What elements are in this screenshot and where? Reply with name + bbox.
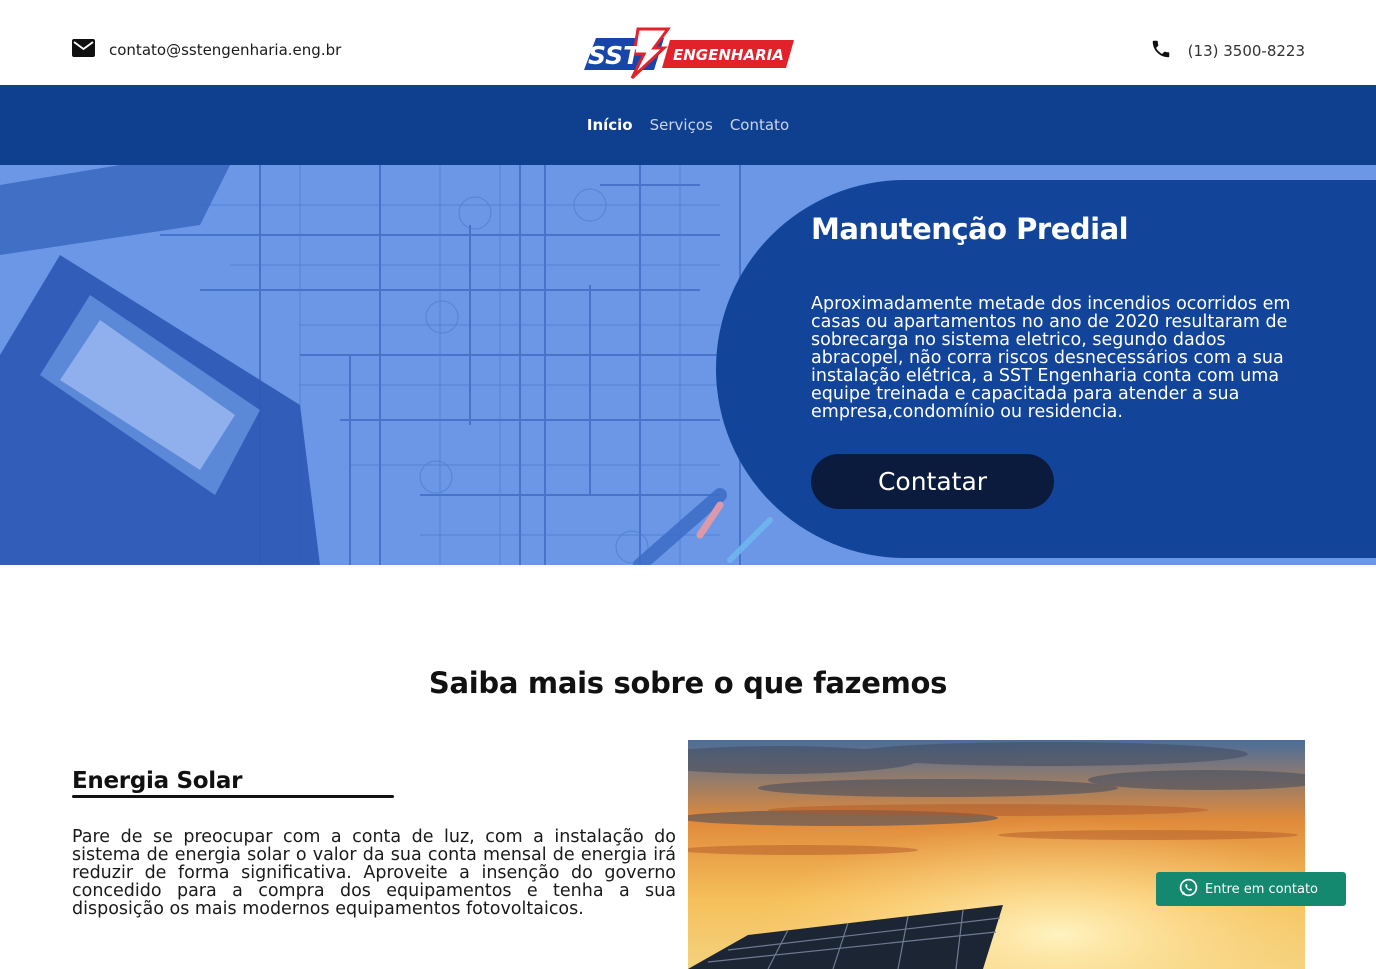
- envelope-icon: [72, 39, 95, 61]
- solar-panel-image: [688, 740, 1305, 969]
- phone-icon: [1150, 38, 1172, 64]
- whatsapp-label: Entre em contato: [1205, 881, 1318, 897]
- service-title: Energia Solar: [72, 768, 243, 794]
- hero-banner: Manutenção Predial Aproximadamente metad…: [0, 165, 1376, 565]
- nav-item-inicio[interactable]: Início: [587, 116, 633, 134]
- service-description: Pare de se preocupar com a conta de luz,…: [72, 827, 676, 919]
- whatsapp-contact-button[interactable]: Entre em contato: [1156, 872, 1346, 906]
- header-email[interactable]: contato@sstengenharia.eng.br: [72, 38, 341, 62]
- nav-item-servicos[interactable]: Serviços: [650, 116, 713, 134]
- hero-title: Manutenção Predial: [811, 212, 1129, 246]
- svg-text:SST: SST: [588, 41, 642, 70]
- contatar-button[interactable]: Contatar: [811, 454, 1054, 509]
- service-title-underline: [72, 795, 394, 798]
- header-phone-text: (13) 3500-8223: [1187, 42, 1305, 60]
- nav-item-contato[interactable]: Contato: [730, 116, 789, 134]
- section-title: Saiba mais sobre o que fazemos: [428, 666, 948, 700]
- header-email-text: contato@sstengenharia.eng.br: [109, 41, 342, 59]
- hero-description: Aproximadamente metade dos incendios oco…: [811, 294, 1291, 422]
- top-bar: contato@sstengenharia.eng.br SST ENGENHA…: [0, 0, 1376, 85]
- svg-text:ENGENHARIA: ENGENHARIA: [673, 46, 784, 64]
- whatsapp-icon: [1178, 877, 1199, 902]
- header-phone[interactable]: (13) 3500-8223: [1150, 38, 1305, 64]
- company-logo[interactable]: SST ENGENHARIA: [582, 26, 794, 80]
- main-navigation: Início Serviços Contato: [0, 85, 1376, 165]
